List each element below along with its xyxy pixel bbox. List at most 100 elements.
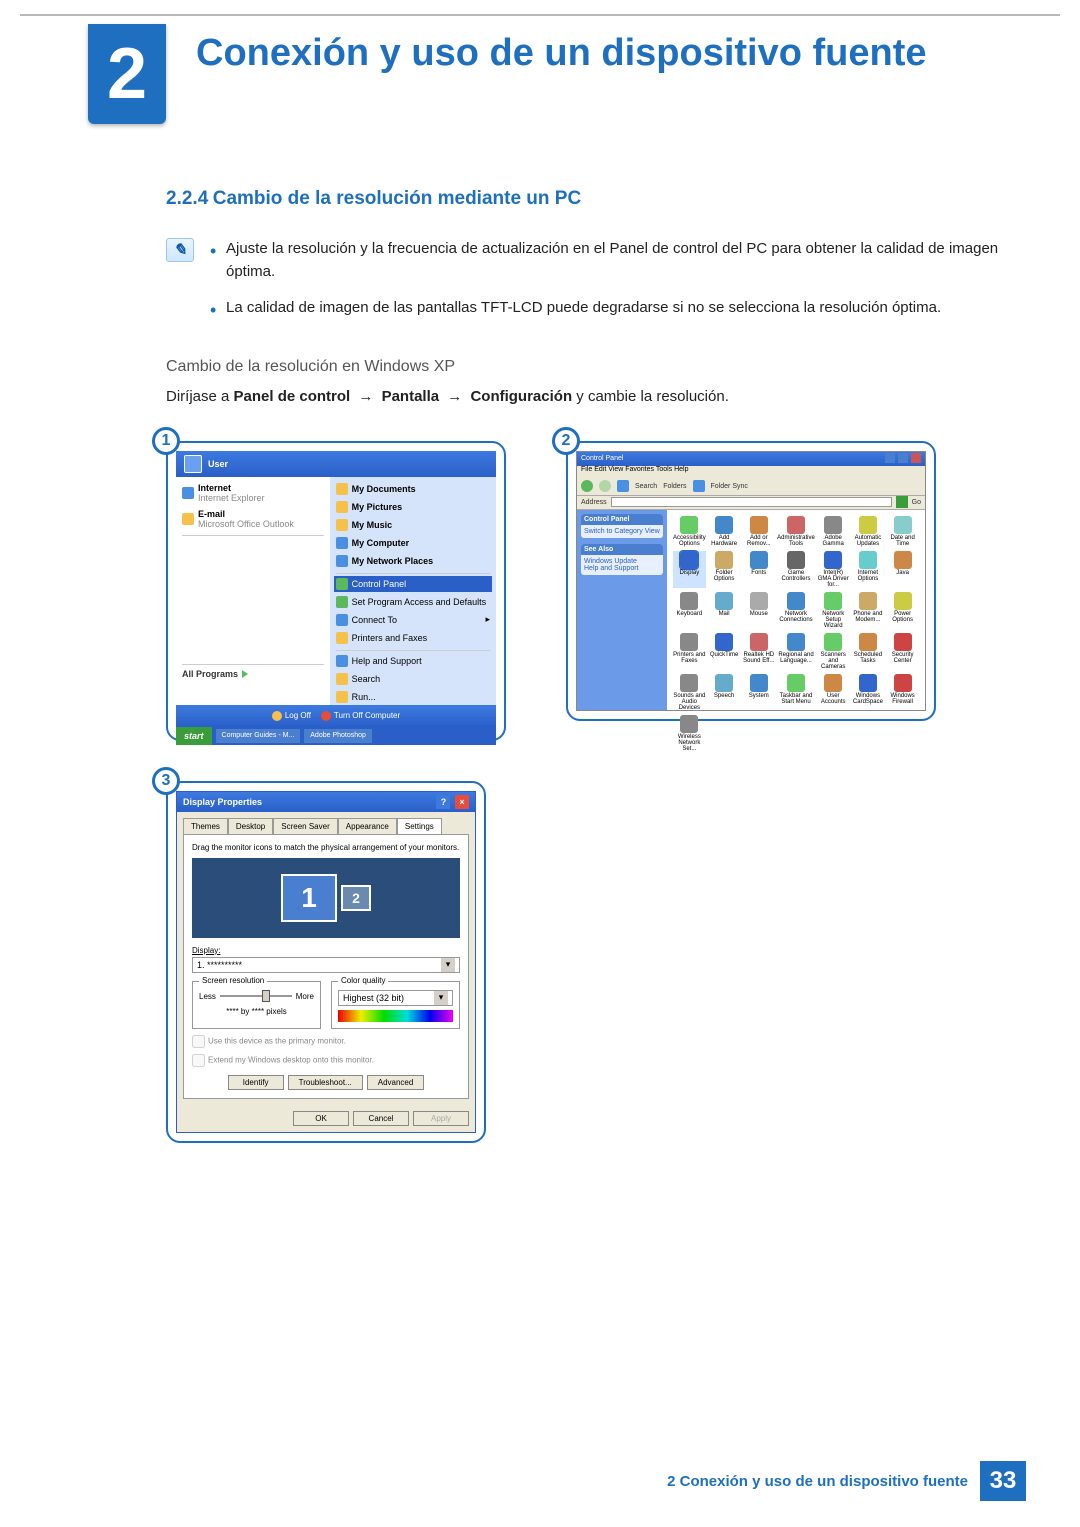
start-item-control-panel[interactable]: Control Panel	[334, 576, 492, 592]
control-panel-item[interactable]: Taskbar and Start Menu	[777, 674, 815, 711]
control-panel-item[interactable]: Scanners and Cameras	[817, 633, 850, 670]
extend-desktop-checkbox[interactable]: Extend my Windows desktop onto this moni…	[192, 1054, 460, 1067]
control-panel-item[interactable]: Game Controllers	[777, 551, 815, 588]
control-panel-item[interactable]: Wireless Network Set...	[673, 715, 706, 752]
start-item-mymusic[interactable]: My Music	[336, 519, 490, 531]
control-panel-item[interactable]: Internet Options	[852, 551, 885, 588]
control-panel-item[interactable]: Accessibility Options	[673, 516, 706, 547]
tab-themes[interactable]: Themes	[183, 818, 228, 834]
display-dropdown[interactable]: 1. ********** ▾	[192, 957, 460, 973]
control-panel-item[interactable]: Folder Options	[708, 551, 741, 588]
monitor-2[interactable]: 2	[341, 885, 371, 911]
folders-button[interactable]: Folders	[663, 483, 686, 490]
start-internet-sub: Internet Explorer	[198, 493, 265, 503]
windows-update-link[interactable]: Windows Update	[584, 558, 660, 565]
start-item-mypics[interactable]: My Pictures	[336, 501, 490, 513]
control-panel-item[interactable]: Automatic Updates	[852, 516, 885, 547]
control-panel-item[interactable]: Mail	[708, 592, 741, 629]
go-label: Go	[912, 499, 921, 506]
close-button[interactable]	[911, 453, 921, 463]
control-panel-item[interactable]: Mouse	[742, 592, 775, 629]
go-button[interactable]	[896, 496, 908, 508]
maximize-button[interactable]	[898, 453, 908, 463]
control-panel-item[interactable]: Phone and Modem...	[852, 592, 885, 629]
tab-settings[interactable]: Settings	[397, 818, 442, 834]
control-panel-item[interactable]: Add or Remov...	[742, 516, 775, 547]
control-panel-item[interactable]: Network Setup Wizard	[817, 592, 850, 629]
control-panel-item[interactable]: Date and Time	[886, 516, 919, 547]
troubleshoot-button[interactable]: Troubleshoot...	[288, 1075, 363, 1090]
control-panel-item[interactable]: Regional and Language...	[777, 633, 815, 670]
control-panel-item[interactable]: Sounds and Audio Devices	[673, 674, 706, 711]
start-item-set-programs[interactable]: Set Program Access and Defaults	[336, 596, 490, 608]
tab-appearance[interactable]: Appearance	[338, 818, 397, 834]
section-number: 2.2.4	[166, 188, 208, 209]
control-panel-item[interactable]: Intel(R) GMA Driver for...	[817, 551, 850, 588]
tab-desktop[interactable]: Desktop	[228, 818, 273, 834]
control-panel-item[interactable]: Administrative Tools	[777, 516, 815, 547]
close-button[interactable]: ×	[455, 795, 469, 809]
monitor-preview[interactable]: 1 2	[192, 858, 460, 938]
help-support-link[interactable]: Help and Support	[584, 565, 660, 572]
start-button[interactable]: start	[176, 727, 212, 745]
start-item-mynet[interactable]: My Network Places	[336, 555, 490, 567]
advanced-button[interactable]: Advanced	[367, 1075, 425, 1090]
control-panel-item[interactable]: User Accounts	[817, 674, 850, 711]
app-icon	[680, 715, 698, 733]
menu-bar[interactable]: File Edit View Favorites Tools Help	[577, 466, 925, 478]
start-item-run[interactable]: Run...	[336, 691, 490, 703]
start-item-printers[interactable]: Printers and Faxes	[336, 632, 490, 644]
start-all-programs[interactable]: All Programs	[182, 669, 324, 679]
ok-button[interactable]: OK	[293, 1111, 349, 1126]
control-panel-item[interactable]: Add Hardware	[708, 516, 741, 547]
control-panel-item[interactable]: Java	[886, 551, 919, 588]
control-panel-item[interactable]: QuickTime	[708, 633, 741, 670]
turnoff-button[interactable]: Turn Off Computer	[321, 711, 400, 721]
color-quality-dropdown[interactable]: Highest (32 bit) ▾	[338, 990, 453, 1006]
forward-icon[interactable]	[599, 480, 611, 492]
control-panel-item[interactable]: Realtek HD Sound Eff...	[742, 633, 775, 670]
back-icon[interactable]	[581, 480, 593, 492]
start-item-internet[interactable]: Internet Internet Explorer	[182, 483, 324, 503]
search-button[interactable]: Search	[635, 483, 657, 490]
control-panel-item[interactable]: Network Connections	[777, 592, 815, 629]
control-panel-item[interactable]: Keyboard	[673, 592, 706, 629]
minimize-button[interactable]	[885, 453, 895, 463]
start-item-mycomp[interactable]: My Computer	[336, 537, 490, 549]
monitor-1[interactable]: 1	[281, 874, 337, 922]
up-icon[interactable]	[617, 480, 629, 492]
control-panel-item[interactable]: System	[742, 674, 775, 711]
help-button[interactable]: ?	[436, 795, 450, 809]
control-panel-item[interactable]: Windows Firewall	[886, 674, 919, 711]
cancel-button[interactable]: Cancel	[353, 1111, 409, 1126]
taskbar-item[interactable]: Computer Guides - M...	[216, 729, 301, 743]
primary-monitor-checkbox[interactable]: Use this device as the primary monitor.	[192, 1035, 460, 1048]
identify-button[interactable]: Identify	[228, 1075, 284, 1090]
start-item-email[interactable]: E-mail Microsoft Office Outlook	[182, 509, 324, 529]
start-item-mydocs[interactable]: My Documents	[336, 483, 490, 495]
control-panel-item[interactable]: Security Center	[886, 633, 919, 670]
control-panel-item[interactable]: Scheduled Tasks	[852, 633, 885, 670]
resolution-slider[interactable]: Less More	[199, 992, 314, 1001]
taskbar-item[interactable]: Adobe Photoshop	[304, 729, 372, 743]
control-panel-item[interactable]: Power Options	[886, 592, 919, 629]
start-item-connect[interactable]: Connect To▸	[336, 614, 490, 626]
control-panel-item[interactable]: Printers and Faxes	[673, 633, 706, 670]
control-panel-item[interactable]: Windows CardSpace	[852, 674, 885, 711]
slider-thumb[interactable]	[262, 990, 270, 1002]
logoff-button[interactable]: Log Off	[272, 711, 311, 721]
control-panel-item-display[interactable]: Display	[673, 551, 706, 588]
label: My Pictures	[352, 502, 403, 512]
views-icon[interactable]	[693, 480, 705, 492]
apply-button[interactable]: Apply	[413, 1111, 469, 1126]
start-item-help[interactable]: Help and Support	[336, 655, 490, 667]
control-panel-item[interactable]: Fonts	[742, 551, 775, 588]
switch-view-link[interactable]: Switch to Category View	[584, 528, 660, 535]
folder-sync-button[interactable]: Folder Sync	[711, 483, 748, 490]
control-panel-item[interactable]: Adobe Gamma	[817, 516, 850, 547]
address-field[interactable]	[611, 497, 892, 507]
control-panel-item[interactable]: Speech	[708, 674, 741, 711]
app-icon	[750, 592, 768, 610]
start-item-search[interactable]: Search	[336, 673, 490, 685]
tab-screensaver[interactable]: Screen Saver	[273, 818, 337, 834]
